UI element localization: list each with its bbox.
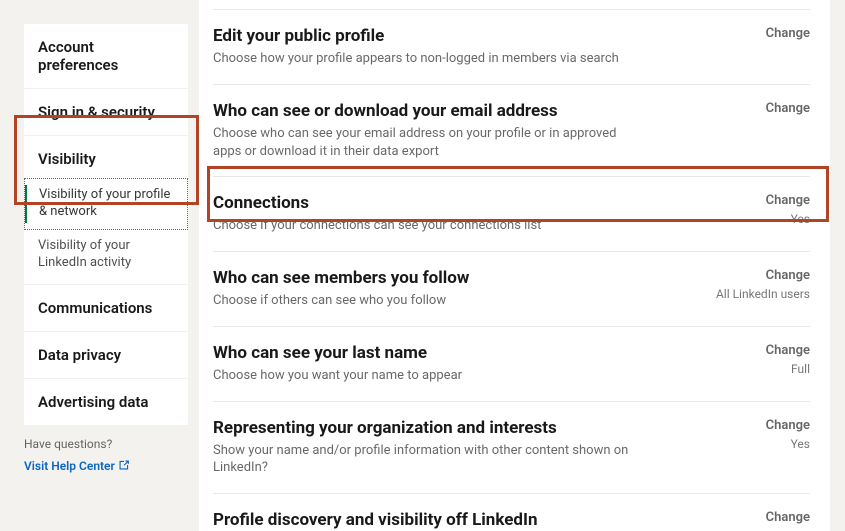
setting-value: Yes bbox=[710, 212, 810, 226]
setting-desc: Choose how you want your name to appear bbox=[213, 367, 633, 385]
setting-row-discovery-off-linkedin[interactable]: Profile discovery and visibility off Lin… bbox=[213, 494, 810, 531]
setting-title: Connections bbox=[213, 193, 633, 214]
setting-value: Yes bbox=[710, 437, 810, 451]
setting-row-public-profile[interactable]: Edit your public profile Choose how your… bbox=[213, 10, 810, 85]
setting-desc: Show your name and/or profile informatio… bbox=[213, 442, 633, 477]
sidebar-item-data-privacy[interactable]: Data privacy bbox=[24, 332, 188, 379]
change-link[interactable]: Change bbox=[710, 343, 810, 358]
settings-sidebar: Account preferences Sign in & security V… bbox=[24, 24, 188, 425]
setting-value: Full bbox=[710, 362, 810, 376]
setting-title: Who can see your last name bbox=[213, 343, 633, 364]
change-link[interactable]: Change bbox=[710, 418, 810, 433]
setting-title: Who can see or download your email addre… bbox=[213, 101, 633, 122]
setting-desc: Choose if your connections can see your … bbox=[213, 217, 633, 235]
setting-title: Edit your public profile bbox=[213, 26, 633, 47]
help-section: Have questions? Visit Help Center bbox=[24, 437, 188, 474]
setting-row-members-you-follow[interactable]: Who can see members you follow Choose if… bbox=[213, 252, 810, 327]
sidebar-item-communications[interactable]: Communications bbox=[24, 285, 188, 332]
change-link[interactable]: Change bbox=[710, 268, 810, 283]
help-center-link[interactable]: Visit Help Center bbox=[24, 459, 130, 474]
setting-title: Who can see members you follow bbox=[213, 268, 633, 289]
help-center-link-label: Visit Help Center bbox=[24, 459, 115, 473]
setting-row-last-name[interactable]: Who can see your last name Choose how yo… bbox=[213, 327, 810, 402]
setting-row-email-visibility[interactable]: Who can see or download your email addre… bbox=[213, 85, 810, 177]
setting-desc: Choose how your profile appears to non-l… bbox=[213, 50, 633, 68]
setting-value: All LinkedIn users bbox=[710, 287, 810, 301]
sidebar-item-sign-in-security[interactable]: Sign in & security bbox=[24, 89, 188, 136]
sidebar-sub-visibility-linkedin-activity[interactable]: Visibility of your LinkedIn activity bbox=[24, 230, 188, 285]
setting-title: Profile discovery and visibility off Lin… bbox=[213, 510, 633, 531]
setting-title: Representing your organization and inter… bbox=[213, 418, 633, 439]
help-question: Have questions? bbox=[24, 437, 188, 451]
external-link-icon bbox=[118, 459, 130, 474]
sidebar-item-advertising-data[interactable]: Advertising data bbox=[24, 379, 188, 425]
settings-main: Edit your public profile Choose how your… bbox=[198, 0, 831, 531]
change-link[interactable]: Change bbox=[710, 26, 810, 41]
setting-row-org-interests[interactable]: Representing your organization and inter… bbox=[213, 402, 810, 494]
sidebar-item-account-preferences[interactable]: Account preferences bbox=[24, 24, 188, 89]
change-link[interactable]: Change bbox=[710, 101, 810, 116]
setting-row-connections[interactable]: Connections Choose if your connections c… bbox=[213, 177, 810, 252]
change-link[interactable]: Change bbox=[710, 510, 810, 525]
setting-desc: Choose if others can see who you follow bbox=[213, 292, 633, 310]
sidebar-sub-visibility-profile-network[interactable]: Visibility of your profile & network bbox=[24, 178, 188, 230]
sidebar-item-visibility[interactable]: Visibility bbox=[24, 136, 188, 178]
setting-desc: Choose who can see your email address on… bbox=[213, 125, 633, 160]
change-link[interactable]: Change bbox=[710, 193, 810, 208]
